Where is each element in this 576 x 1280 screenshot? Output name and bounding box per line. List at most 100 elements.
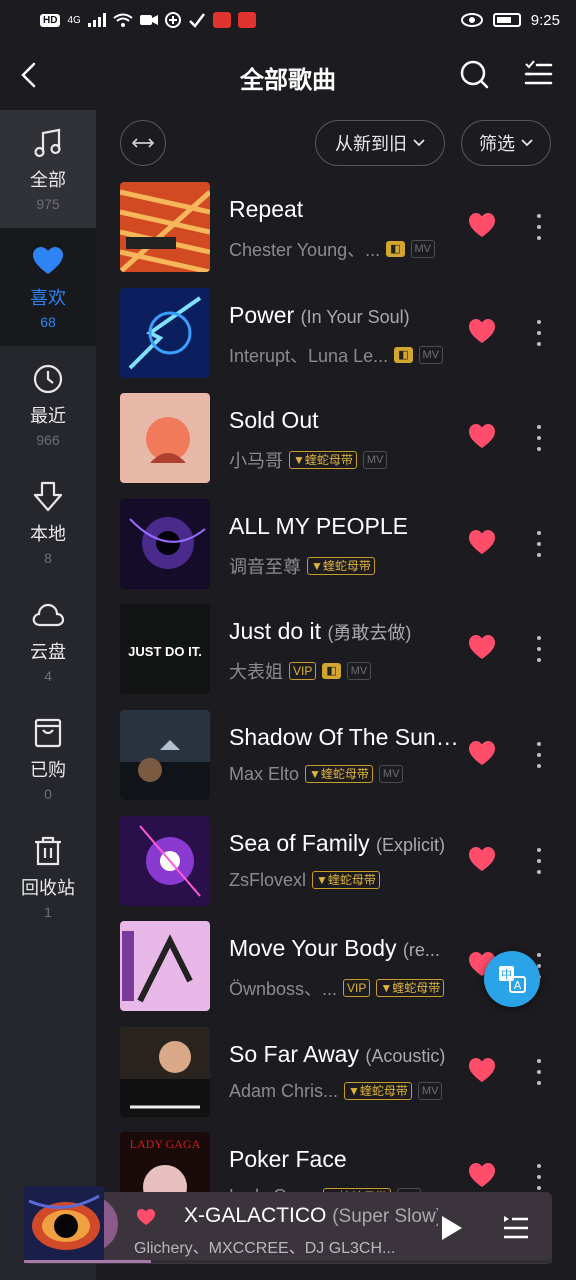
playlist-queue-icon[interactable] — [502, 1214, 530, 1242]
sidebar-item-count: 966 — [36, 432, 60, 448]
song-artist: Adam Chris... — [229, 1080, 339, 1101]
heart-icon[interactable] — [468, 846, 496, 872]
more-options-icon[interactable] — [532, 319, 546, 346]
snake-badge: ▼蝰蛇母带 — [344, 1082, 412, 1101]
vip-badge: VIP — [289, 662, 317, 681]
heart-icon[interactable] — [468, 529, 496, 555]
snake-badge: ▼蝰蛇母带 — [305, 765, 373, 784]
song-meta: Max Elto ▼蝰蛇母带 MV — [229, 764, 404, 785]
vip-badge: VIP — [343, 979, 371, 998]
category-sidebar: 全部 975 喜欢 68 最近 966 本地 8 云盘 4 已购 0 回收站 1 — [0, 110, 96, 1280]
mini-player[interactable]: X-GALACTICO (Super Slow) Glichery、MXCCRE… — [24, 1186, 552, 1264]
music-note-icon — [34, 128, 61, 158]
album-cover[interactable] — [120, 815, 210, 906]
song-artist: ZsFlovexl — [229, 869, 307, 890]
heart-icon[interactable] — [136, 1208, 156, 1226]
horizontal-arrows-icon — [132, 138, 154, 148]
video-icon — [139, 15, 158, 25]
sidebar-item-label: 喜欢 — [30, 288, 66, 308]
album-cover[interactable] — [120, 393, 210, 484]
song-row[interactable]: So Far Away (Acoustic) Adam Chris... ▼蝰蛇… — [96, 1023, 576, 1129]
filter-dropdown[interactable]: 筛选 — [461, 120, 551, 166]
sidebar-item-count: 0 — [44, 786, 52, 802]
signal-icon — [87, 13, 106, 27]
more-options-icon[interactable] — [532, 741, 546, 768]
multi-select-icon[interactable] — [522, 58, 554, 90]
filter-label: 筛选 — [479, 134, 515, 154]
song-row[interactable]: ALL MY PEOPLE 调音至尊 ▼蝰蛇母带 — [96, 495, 576, 601]
heart-icon[interactable] — [468, 740, 496, 766]
svg-text:JUST DO IT.: JUST DO IT. — [128, 644, 202, 659]
song-title: So Far Away (Acoustic) — [229, 1040, 446, 1067]
heart-icon[interactable] — [468, 423, 496, 449]
sidebar-item-cloud[interactable]: 云盘 4 — [0, 582, 96, 700]
sidebar-item-label: 全部 — [30, 170, 66, 190]
more-options-icon[interactable] — [532, 530, 546, 557]
bag-icon — [34, 718, 62, 748]
dolby-badge: ◧ — [394, 346, 413, 363]
search-icon[interactable] — [458, 58, 490, 90]
song-list: Repeat Chester Young、... ◧ MV Power (In Y… — [96, 178, 576, 1234]
song-artist: 小马哥 — [229, 451, 283, 472]
song-title: Sold Out — [229, 407, 319, 434]
song-row[interactable]: Shadow Of The Sun ... Max Elto ▼蝰蛇母带 MV — [96, 706, 576, 812]
song-row[interactable]: Sea of Family (Explicit) ZsFlovexl ▼蝰蛇母带 — [96, 812, 576, 918]
album-cover[interactable] — [120, 287, 210, 378]
sidebar-item-count: 68 — [40, 314, 56, 330]
play-icon[interactable] — [440, 1214, 464, 1242]
playback-progress-bar[interactable] — [24, 1260, 552, 1263]
song-artist: 调音至尊 — [229, 556, 301, 577]
mv-badge: MV — [362, 451, 388, 470]
svg-text:LADY GAGA: LADY GAGA — [130, 1137, 201, 1151]
sidebar-item-recent[interactable]: 最近 966 — [0, 346, 96, 464]
song-row[interactable]: Power (In Your Soul) Interupt、Luna Le...… — [96, 284, 576, 390]
song-row[interactable]: JUST DO IT. Just do it (勇敢去做) 大表姐 VIP ◧ MV — [96, 600, 576, 706]
album-cover[interactable] — [120, 498, 210, 589]
translate-button[interactable]: 中A — [484, 951, 540, 1007]
mv-badge: MV — [346, 662, 372, 681]
album-cover[interactable] — [120, 182, 210, 272]
song-artist: Chester Young、... — [229, 240, 381, 260]
player-album-cover[interactable] — [24, 1186, 104, 1262]
sidebar-item-all[interactable]: 全部 975 — [0, 110, 96, 228]
locate-button[interactable] — [120, 120, 166, 166]
song-meta: Adam Chris... ▼蝰蛇母带 MV — [229, 1080, 443, 1102]
sidebar-item-purchased[interactable]: 已购 0 — [0, 700, 96, 818]
more-options-icon[interactable] — [532, 1164, 546, 1191]
heart-icon[interactable] — [468, 318, 496, 344]
clock-icon — [33, 364, 63, 394]
battery-icon — [492, 13, 521, 27]
sidebar-item-count: 4 — [44, 668, 52, 684]
sort-dropdown[interactable]: 从新到旧 — [315, 120, 445, 166]
song-artist: 大表姐 — [229, 662, 283, 683]
heart-icon[interactable] — [468, 1162, 496, 1188]
more-options-icon[interactable] — [532, 636, 546, 663]
song-row[interactable]: Repeat Chester Young、... ◧ MV — [96, 178, 576, 284]
album-cover[interactable]: JUST DO IT. — [120, 604, 210, 695]
more-options-icon[interactable] — [532, 425, 546, 452]
song-title: Shadow Of The Sun ... — [229, 723, 461, 750]
more-options-icon[interactable] — [532, 1058, 546, 1085]
status-bar: HD 4G 9:25 — [0, 0, 576, 40]
more-options-icon[interactable] — [532, 847, 546, 874]
album-cover[interactable] — [120, 1026, 210, 1117]
cloud-icon — [32, 603, 65, 627]
sidebar-item-count: 1 — [44, 904, 52, 920]
mv-badge: MV — [417, 1082, 443, 1101]
network-type: 4G — [67, 14, 81, 26]
sidebar-item-liked[interactable]: 喜欢 68 — [0, 228, 96, 346]
sidebar-item-label: 已购 — [30, 760, 66, 780]
sidebar-item-trash[interactable]: 回收站 1 — [0, 818, 96, 936]
list-toolbar: 从新到旧 筛选 — [96, 120, 576, 166]
heart-icon[interactable] — [468, 1057, 496, 1083]
more-options-icon[interactable] — [532, 214, 546, 240]
album-cover[interactable] — [120, 921, 210, 1012]
now-playing-artist: Glichery、MXCCREE、DJ GL3CH... — [134, 1240, 396, 1257]
song-title: Power (In Your Soul) — [229, 301, 410, 328]
heart-icon[interactable] — [468, 634, 496, 660]
sidebar-item-local[interactable]: 本地 8 — [0, 464, 96, 582]
song-row[interactable]: Sold Out 小马哥 ▼蝰蛇母带 MV — [96, 389, 576, 495]
song-title: Move Your Body (re... — [229, 935, 440, 962]
heart-icon[interactable] — [468, 212, 496, 238]
album-cover[interactable] — [120, 709, 210, 800]
